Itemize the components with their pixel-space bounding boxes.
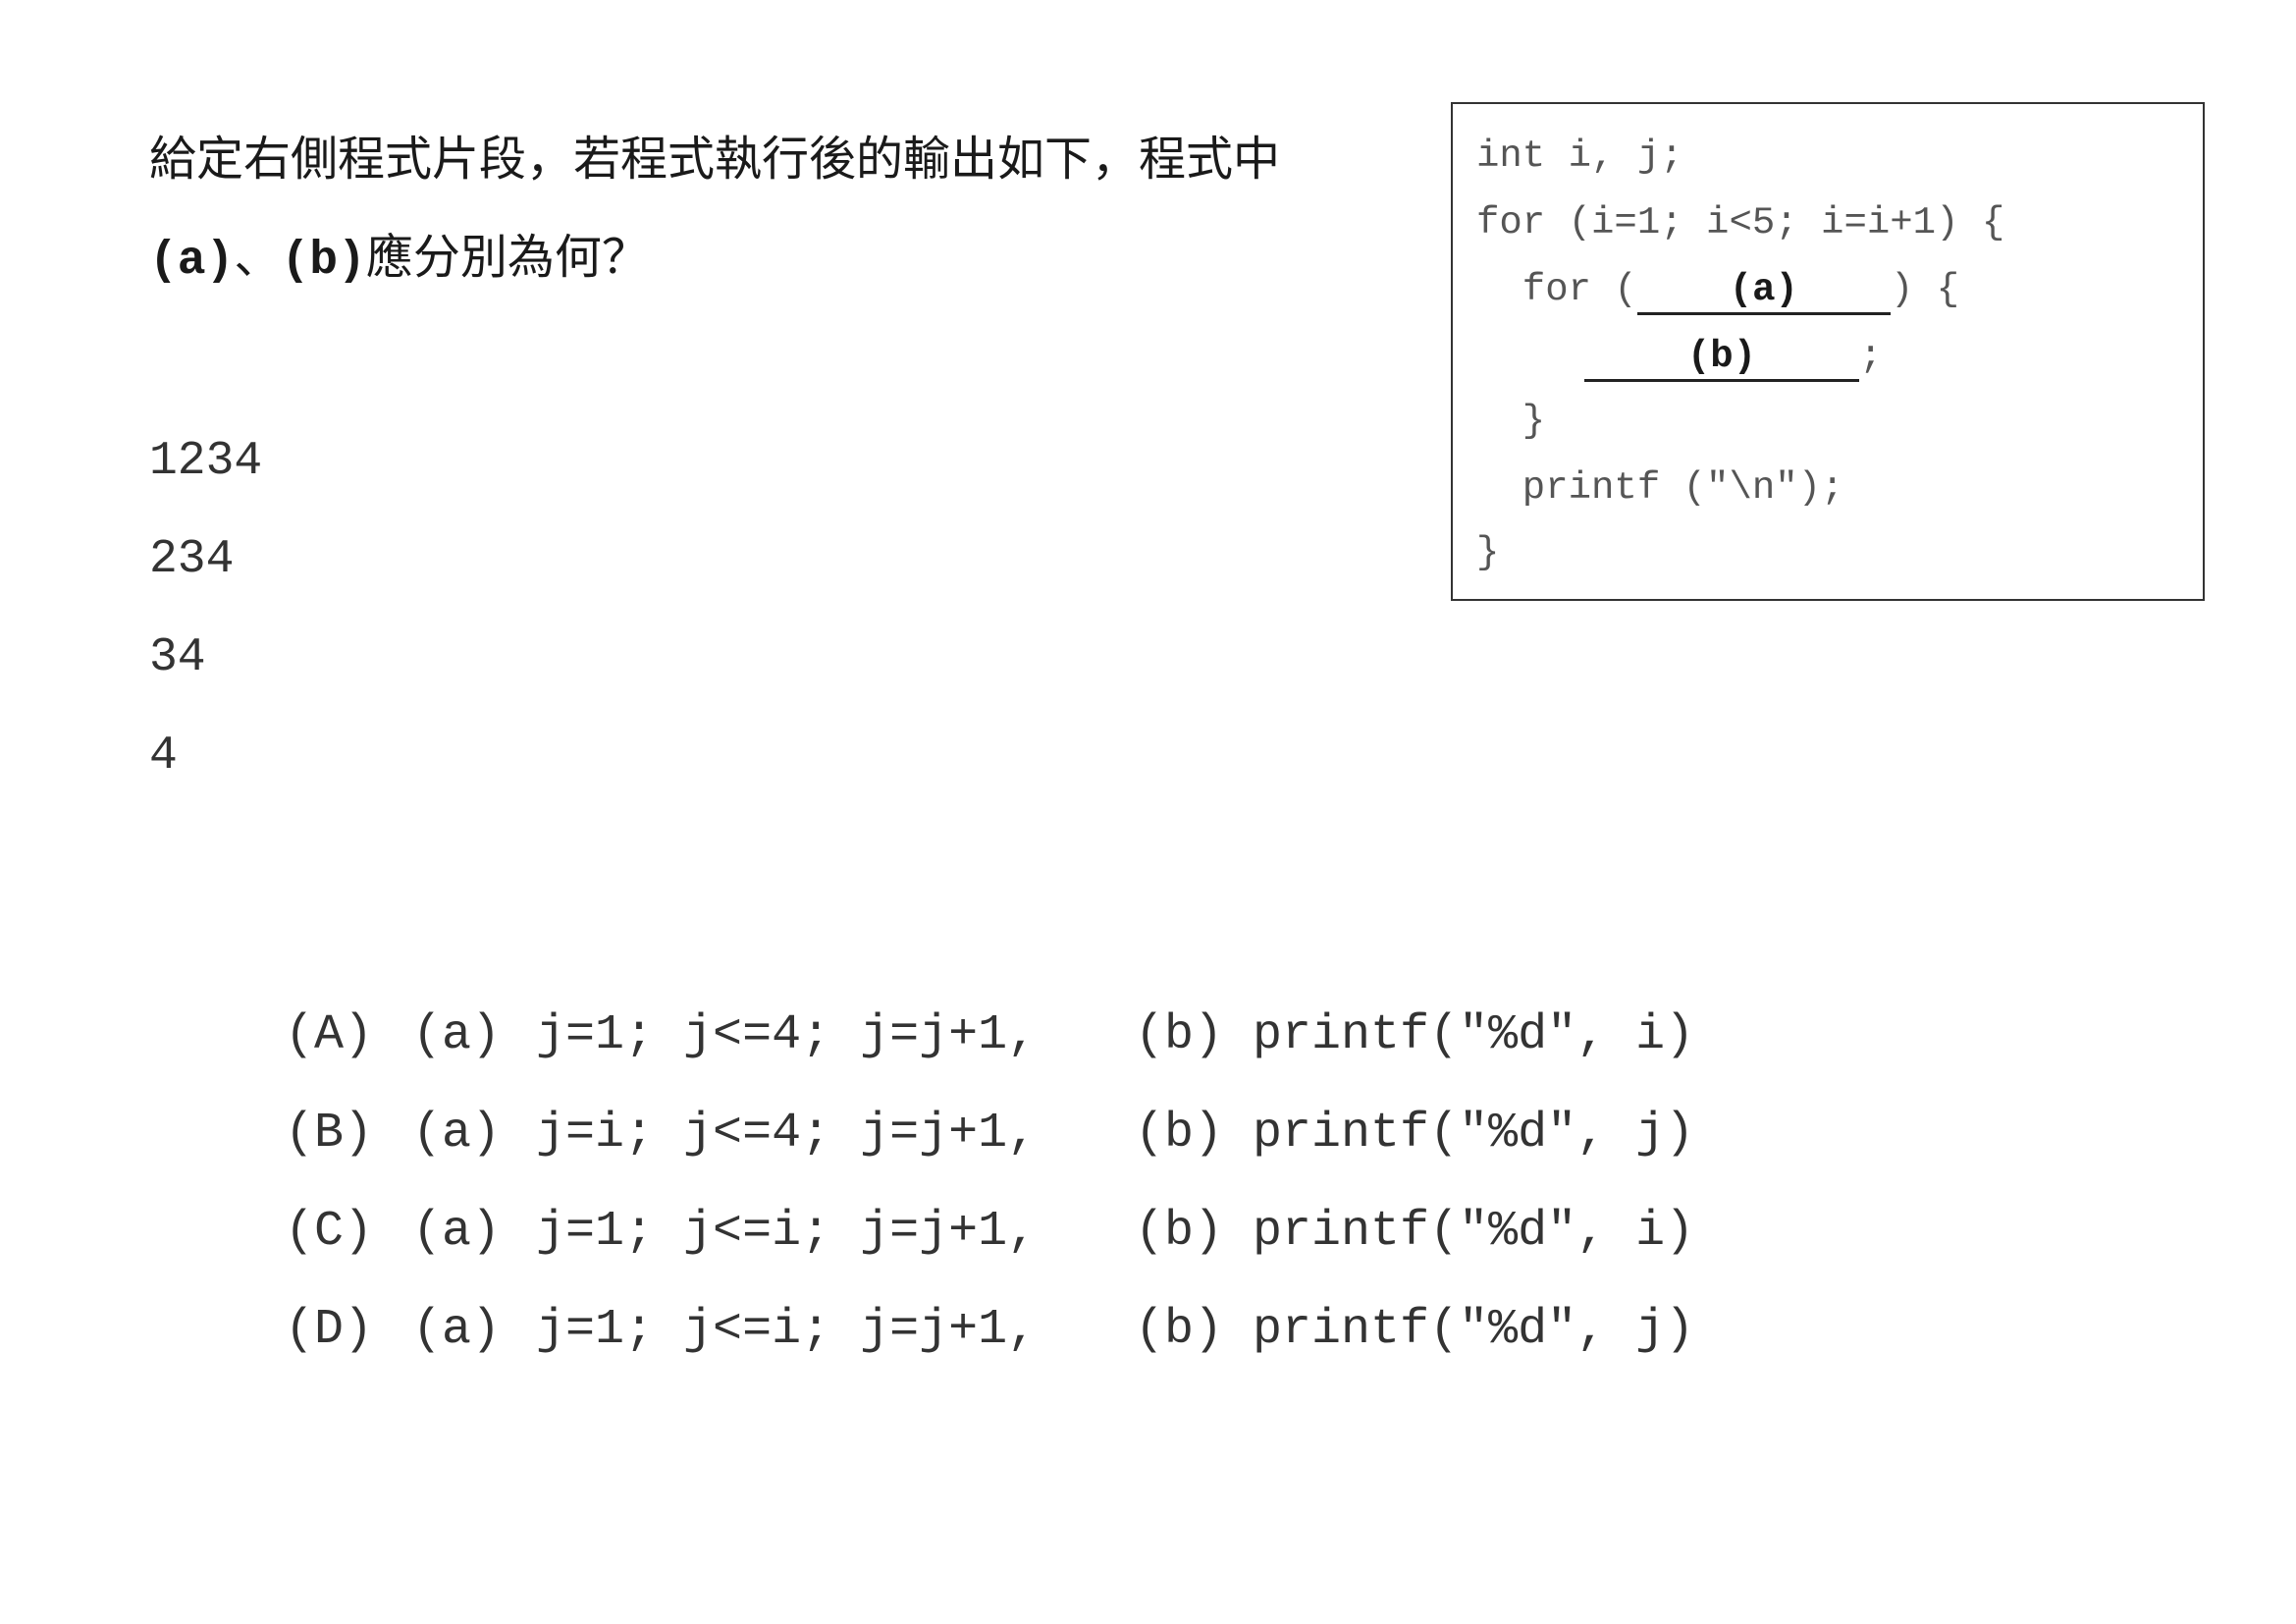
code-snippet-box: int i, j; for (i=1; i<5; i=i+1) { for ((… (1451, 102, 2205, 601)
code-line-6: printf ("\n"); (1476, 466, 1844, 510)
code-line-4-suffix: ; (1859, 335, 1883, 378)
blank-a: (a) (1636, 267, 1891, 315)
question-text: 給定右側程式片段，若程式執行後的輸出如下，程式中 (a)、(b)應分別為何？ (149, 110, 1445, 310)
option-b-value: printf("%d", i) (1253, 1204, 1695, 1260)
option-a-value: j=1; j<=4; j=j+1, (536, 1007, 1038, 1063)
question-label-b: (b) (281, 235, 366, 288)
option-b-value: printf("%d", j) (1253, 1106, 1695, 1162)
code-line-2: for (i=1; i<5; i=i+1) { (1476, 201, 2005, 244)
option-b-value: printf("%d", j) (1253, 1302, 1695, 1358)
option-b-label: (b) (1135, 1302, 1224, 1358)
code-line-5: } (1476, 400, 1546, 443)
output-line-2: 234 (149, 533, 235, 586)
option-letter: (B) (285, 1106, 374, 1162)
answer-options: (A) (a) j=1; j<=4; j=j+1, (b) printf("%d", i… (167, 889, 1695, 1358)
output-line-4: 4 (149, 730, 178, 783)
option-letter: (D) (285, 1302, 374, 1358)
question-line-1: 給定右側程式片段，若程式執行後的輸出如下，程式中 (149, 132, 1281, 187)
option-b-value: printf("%d", i) (1253, 1007, 1695, 1063)
option-letter: (A) (285, 1007, 374, 1063)
option-a-value: j=1; j<=i; j=j+1, (536, 1204, 1038, 1260)
program-output: 1234 234 34 4 (149, 412, 262, 805)
option-a-label: (a) (412, 1007, 502, 1063)
option-a-label: (a) (412, 1106, 502, 1162)
code-line-3-prefix: for ( (1476, 268, 1637, 311)
code-line-3: for ((a)) { (1476, 265, 1960, 315)
option-a-value: j=i; j<=4; j=j+1, (536, 1106, 1038, 1162)
question-separator: 、 (234, 230, 282, 285)
output-line-3: 34 (149, 631, 206, 684)
blank-b: (b) (1584, 334, 1859, 382)
option-a[interactable]: (A) (a) j=1; j<=4; j=j+1, (b) printf("%d", i… (167, 889, 1694, 1063)
code-line-7: } (1476, 531, 1500, 574)
code-line-4: (b); (1584, 332, 1883, 382)
output-line-1: 1234 (149, 435, 263, 488)
option-b-label: (b) (1135, 1007, 1224, 1063)
question-label-a: (a) (149, 235, 235, 288)
option-a-label: (a) (412, 1204, 502, 1260)
option-a-value: j=1; j<=i; j=j+1, (536, 1302, 1038, 1358)
option-b-label: (b) (1135, 1204, 1224, 1260)
option-a-label: (a) (412, 1302, 502, 1358)
question-line-2-tail: 應分別為何？ (365, 230, 649, 285)
option-letter: (C) (285, 1204, 374, 1260)
code-line-3-suffix: ) { (1890, 268, 1960, 311)
option-b-label: (b) (1135, 1106, 1224, 1162)
question-line-2: (a)、(b)應分別為何？ (149, 208, 1445, 310)
code-line-1: int i, j; (1476, 135, 1683, 178)
